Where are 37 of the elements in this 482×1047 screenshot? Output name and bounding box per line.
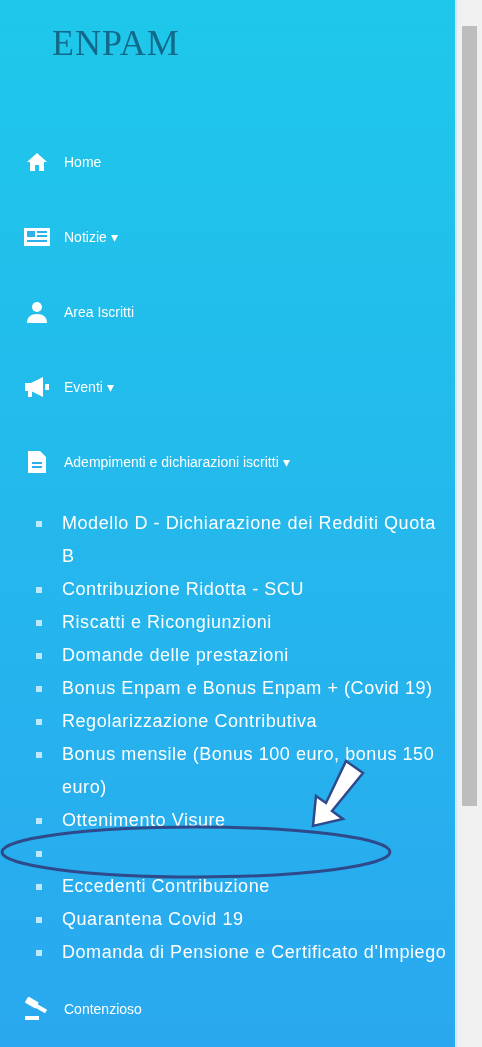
submenu-item[interactable]: Eccedenti Contribuzione xyxy=(62,870,270,903)
document-icon xyxy=(27,450,47,474)
submenu-item[interactable]: Domanda di Pensione e Certificato d'Impiego xyxy=(62,936,447,969)
scroll-thumb[interactable] xyxy=(462,26,477,806)
bullet-icon xyxy=(36,851,42,857)
submenu-item[interactable]: Regolarizzazione Contributiva xyxy=(62,705,318,738)
bullet-icon xyxy=(36,884,42,890)
submenu-item[interactable]: Modello D - Dichiarazione dei Redditi Quota B xyxy=(62,507,452,573)
home-icon xyxy=(25,150,49,174)
bullet-icon xyxy=(36,719,42,725)
menu-item[interactable]: Home xyxy=(0,147,455,177)
bullet-icon xyxy=(36,686,42,692)
bullet-icon xyxy=(36,818,42,824)
menu-item[interactable]: Area Iscritti xyxy=(0,297,455,327)
bullet-icon xyxy=(36,752,42,758)
menu-item[interactable]: Notizie ▾ xyxy=(0,222,455,252)
scrollbar[interactable] xyxy=(455,0,482,1047)
submenu-item[interactable]: Riscatti e Ricongiunzioni xyxy=(62,606,272,639)
menu-item[interactable]: Adempimenti e dichiarazioni iscritti ▾ xyxy=(0,447,455,477)
bullet-icon xyxy=(36,950,42,956)
submenu-item[interactable]: Bonus mensile (Bonus 100 euro, bonus 150 euro) xyxy=(62,738,452,804)
menu-item[interactable]: Contenzioso xyxy=(0,994,455,1024)
submenu-item[interactable]: Domande delle prestazioni xyxy=(62,639,289,672)
newspaper-icon xyxy=(23,227,51,247)
submenu-item[interactable]: Contribuzione Ridotta - SCU xyxy=(62,573,304,606)
bullet-icon xyxy=(36,587,42,593)
bullet-icon xyxy=(36,620,42,626)
submenu-item[interactable]: Ottenimento Visure xyxy=(62,804,226,837)
megaphone-icon xyxy=(23,375,51,399)
bullet-icon xyxy=(36,521,42,527)
menu-item[interactable]: Eventi ▾ xyxy=(0,372,455,402)
bullet-icon xyxy=(36,653,42,659)
logo: ENPAM xyxy=(52,23,180,63)
submenu-item[interactable]: Bonus Enpam e Bonus Enpam + (Covid 19) xyxy=(62,672,433,705)
submenu-item[interactable]: Quarantena Covid 19 xyxy=(62,903,244,936)
bullet-icon xyxy=(36,917,42,923)
user-icon xyxy=(25,300,49,324)
